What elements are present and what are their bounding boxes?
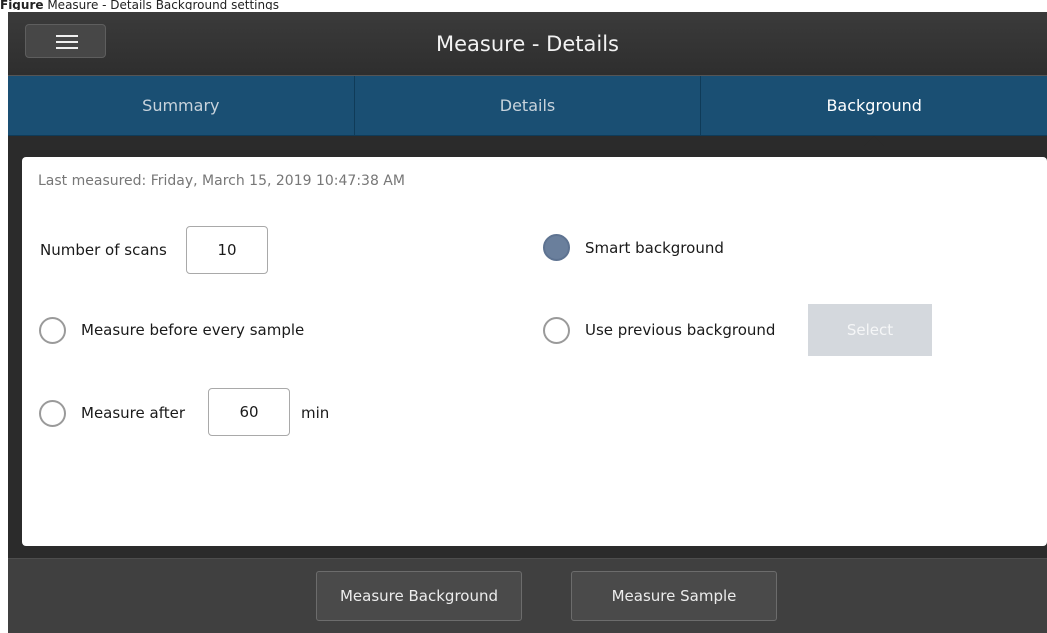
smart-background-radio[interactable] bbox=[543, 234, 570, 261]
tab-summary-label: Summary bbox=[142, 96, 220, 115]
background-settings-panel: Last measured: Friday, March 15, 2019 10… bbox=[22, 157, 1047, 546]
tab-background[interactable]: Background bbox=[701, 76, 1047, 146]
tab-background-label: Background bbox=[826, 96, 922, 115]
tab-details-label: Details bbox=[499, 96, 556, 115]
page-title: Measure - Details bbox=[436, 32, 619, 56]
number-of-scans-label: Number of scans bbox=[40, 241, 167, 259]
measure-after-input[interactable]: 60 bbox=[208, 388, 290, 436]
measure-before-label: Measure before every sample bbox=[81, 321, 305, 339]
tab-summary[interactable]: Summary bbox=[8, 76, 355, 136]
measure-background-button[interactable]: Measure Background bbox=[316, 571, 522, 621]
number-of-scans-input[interactable]: 10 bbox=[186, 226, 268, 274]
app-window: Measure - Details Summary Details Backgr… bbox=[8, 12, 1047, 633]
measure-before-radio[interactable] bbox=[39, 317, 66, 344]
figure-caption: Figure Measure - Details Background sett… bbox=[0, 0, 1047, 10]
use-previous-background-label: Use previous background bbox=[585, 321, 776, 339]
use-previous-background-radio[interactable] bbox=[543, 317, 570, 344]
tab-bar: Summary Details Background bbox=[8, 76, 1047, 146]
measure-after-unit: min bbox=[301, 404, 330, 422]
action-bar: Measure Background Measure Sample bbox=[8, 558, 1047, 633]
figure-caption-prefix: Figure bbox=[0, 0, 44, 10]
title-bar: Measure - Details bbox=[8, 12, 1047, 76]
select-background-button[interactable]: Select bbox=[808, 304, 932, 356]
measure-after-label: Measure after bbox=[81, 404, 186, 422]
figure-caption-text: Measure - Details Background settings bbox=[47, 0, 279, 10]
measure-after-radio[interactable] bbox=[39, 400, 66, 427]
active-tab-indicator bbox=[864, 136, 885, 146]
last-measured-text: Last measured: Friday, March 15, 2019 10… bbox=[38, 173, 405, 189]
smart-background-label: Smart background bbox=[585, 239, 724, 257]
tab-details[interactable]: Details bbox=[355, 76, 702, 136]
measure-sample-button[interactable]: Measure Sample bbox=[571, 571, 777, 621]
